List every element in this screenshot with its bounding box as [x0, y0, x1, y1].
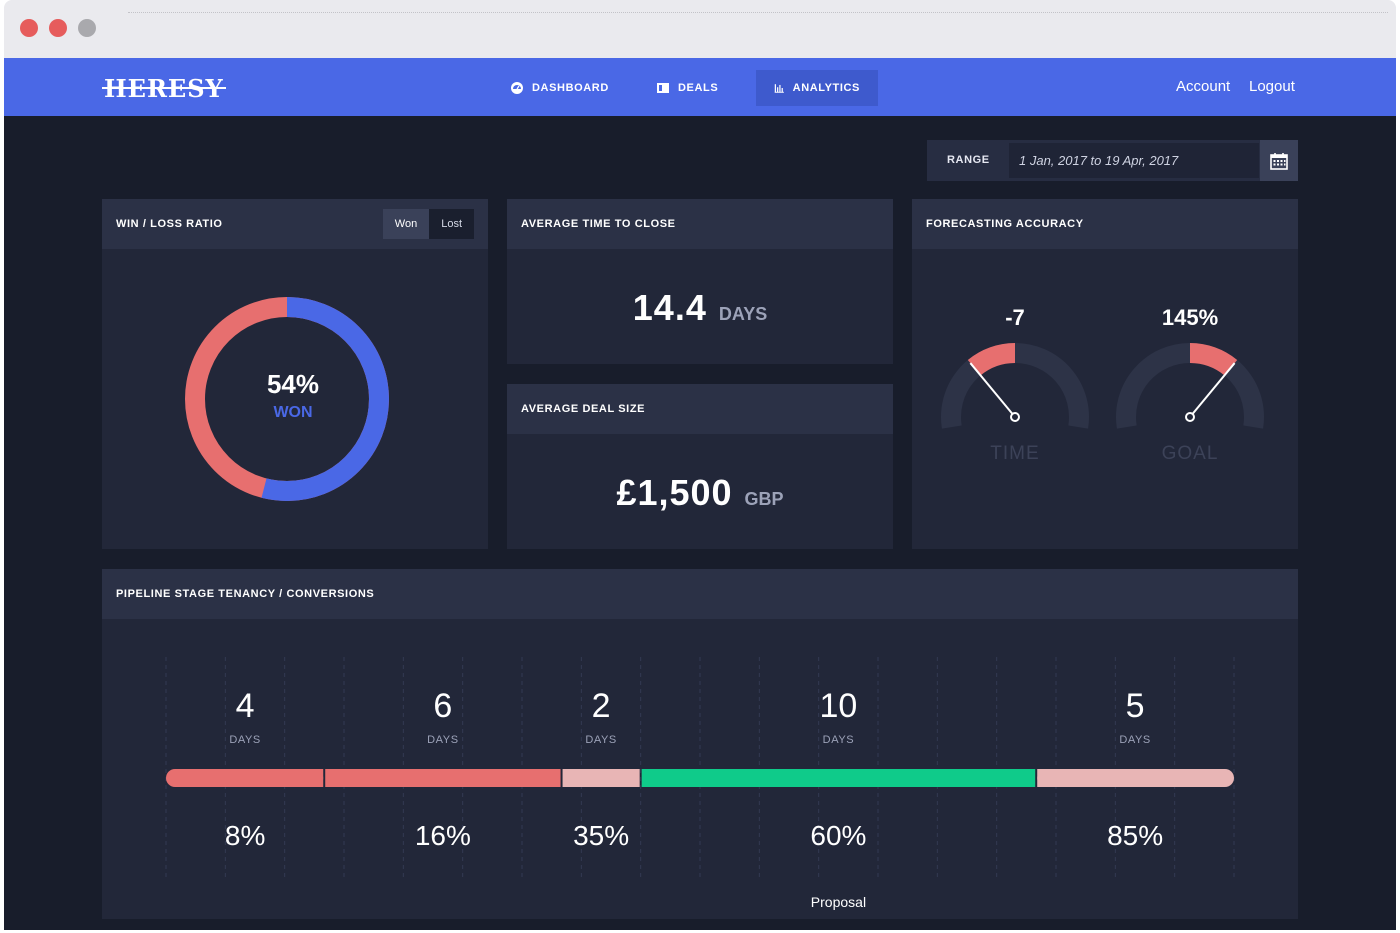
stage-days-unit: DAYS — [823, 734, 855, 746]
card-header: FORECASTING ACCURACY — [912, 199, 1298, 249]
gauge-fill — [1189, 343, 1238, 376]
dashboard-icon — [511, 82, 523, 94]
avg-time-value: 14.4 — [632, 287, 707, 328]
stage-days-unit: DAYS — [585, 734, 617, 746]
address-bar-divider — [128, 12, 1388, 13]
gauge-pivot — [1185, 412, 1195, 422]
brand-logo[interactable]: HERESY — [102, 74, 226, 103]
stage-days-unit: DAYS — [427, 734, 459, 746]
donut-center: 54% WON — [100, 369, 486, 422]
stage-label: Proposal — [811, 894, 866, 910]
stage-conversion: 35% — [573, 820, 629, 851]
forecasting-card: FORECASTING ACCURACY -7 145% TIME GOAL — [912, 199, 1298, 549]
nav-dashboard-label: DASHBOARD — [532, 82, 609, 94]
gauge-time-label: TIME — [990, 443, 1040, 464]
card-title: FORECASTING ACCURACY — [926, 218, 1084, 230]
minimize-window-button[interactable] — [49, 19, 67, 37]
stage-conversion: 8% — [225, 820, 265, 851]
browser-chrome — [4, 0, 1396, 58]
pipeline-bar-segment — [325, 769, 561, 787]
stage-conversion: 60% — [810, 820, 866, 851]
stage-days-value: 5 — [1126, 687, 1145, 725]
gauge-fill — [967, 343, 1016, 376]
range-label: RANGE — [947, 154, 990, 166]
nav-deals-label: DEALS — [678, 82, 719, 94]
won-label: WON — [273, 404, 313, 421]
card-header: WIN / LOSS RATIO Won Lost — [102, 199, 488, 249]
gauge-needle — [969, 362, 1016, 418]
avg-time-value-row: 14.4 DAYS — [507, 287, 893, 329]
nav-dashboard[interactable]: DASHBOARD — [492, 70, 627, 106]
pipeline-bar-segment — [641, 769, 1036, 787]
gauge-needle — [1189, 362, 1236, 418]
toggle-won[interactable]: Won — [382, 209, 430, 239]
card-title: AVERAGE DEAL SIZE — [521, 403, 646, 415]
stage-days-value: 6 — [433, 687, 452, 725]
avg-time-card: AVERAGE TIME TO CLOSE 14.4 DAYS — [507, 199, 893, 364]
avg-deal-size-card: AVERAGE DEAL SIZE £1,500 GBP — [507, 384, 893, 549]
avg-time-unit: DAYS — [718, 304, 768, 324]
close-window-button[interactable] — [20, 19, 38, 37]
gauge-goal-label: GOAL — [1161, 443, 1219, 464]
account-link[interactable]: Account — [1176, 78, 1230, 95]
card-header: AVERAGE DEAL SIZE — [507, 384, 893, 434]
calendar-button[interactable] — [1260, 140, 1298, 181]
calendar-icon — [1270, 152, 1288, 170]
nav-analytics-label: ANALYTICS — [792, 82, 860, 94]
win-loss-card: WIN / LOSS RATIO Won Lost 54% WON — [102, 199, 488, 549]
pipeline-chart: 4 DAYS 8% 6 DAYS 16% 2 DAYS 35% 10 DAYS 60% Proposal… — [165, 657, 1235, 910]
stage-conversion: 16% — [415, 820, 471, 851]
pipeline-bar-fill — [1037, 769, 1225, 787]
stage-days-unit: DAYS — [229, 734, 261, 746]
card-header: PIPELINE STAGE TENANCY / CONVERSIONS — [102, 569, 1298, 619]
pipeline-bar-segment — [562, 769, 640, 787]
gauge-goal-value: 145% — [1161, 305, 1219, 330]
card-title: WIN / LOSS RATIO — [116, 218, 223, 230]
analytics-app: HERESY DASHBOARD DEALS ANALYTICS Account… — [4, 58, 1396, 930]
analytics-icon — [774, 84, 784, 93]
pipeline-card: PIPELINE STAGE TENANCY / CONVERSIONS 4 DA… — [102, 569, 1298, 919]
card-title: PIPELINE STAGE TENANCY / CONVERSIONS — [116, 588, 375, 600]
deal-size-value-row: £1,500 GBP — [507, 472, 893, 514]
date-range-picker: RANGE 1 Jan, 2017 to 19 Apr, 2017 — [927, 140, 1298, 181]
nav-analytics[interactable]: ANALYTICS — [756, 70, 878, 106]
stage-days-value: 10 — [820, 687, 858, 725]
pipeline-bar-fill — [175, 769, 324, 787]
won-percent: 54% — [266, 369, 320, 399]
nav-deals[interactable]: DEALS — [638, 70, 736, 106]
stage-conversion: 85% — [1107, 820, 1163, 851]
deal-size-value: £1,500 — [616, 472, 733, 513]
card-title: AVERAGE TIME TO CLOSE — [521, 218, 676, 230]
stage-days-unit: DAYS — [1119, 734, 1151, 746]
deal-size-unit: GBP — [744, 489, 784, 509]
stage-days-value: 4 — [236, 687, 255, 725]
forecast-gauges — [941, 343, 1264, 429]
gauge-pivot — [1010, 412, 1020, 422]
card-header: AVERAGE TIME TO CLOSE — [507, 199, 893, 249]
top-nav-bar: HERESY DASHBOARD DEALS ANALYTICS Account… — [4, 58, 1396, 116]
won-lost-toggle: Won Lost — [382, 209, 474, 239]
maximize-window-button[interactable] — [78, 19, 96, 37]
range-input[interactable]: 1 Jan, 2017 to 19 Apr, 2017 — [1009, 143, 1259, 178]
toggle-lost[interactable]: Lost — [429, 209, 474, 239]
logout-link[interactable]: Logout — [1249, 78, 1295, 95]
gauge-time-value: -7 — [1005, 305, 1025, 330]
stage-days-value: 2 — [592, 687, 611, 725]
deals-icon — [657, 83, 669, 93]
